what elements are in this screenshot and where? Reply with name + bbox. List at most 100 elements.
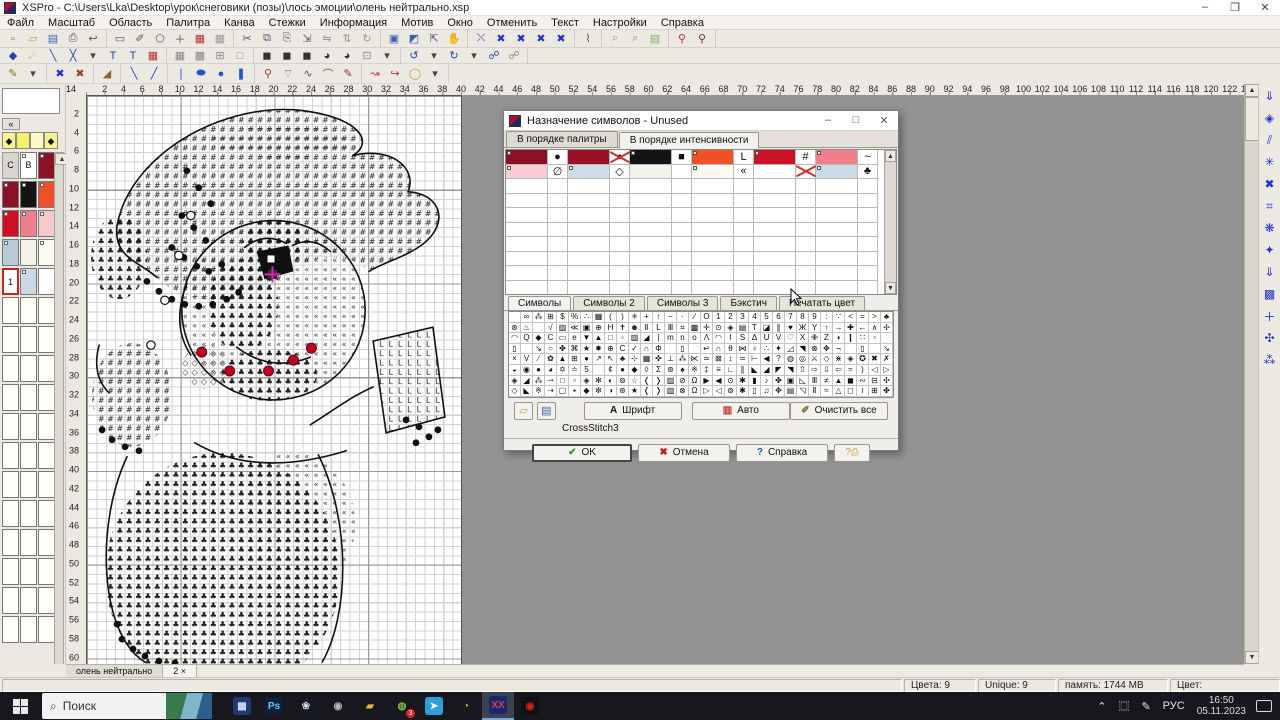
symbol-set-tab-2[interactable]: Символы 3 (646, 296, 719, 310)
symbol-cell-r1c4[interactable]: ▨ (557, 322, 569, 334)
palette-swatch-r10c1[interactable] (20, 442, 37, 469)
pointer-panel-button[interactable]: ◩ (405, 31, 423, 46)
drop1-button[interactable]: ▾ (84, 48, 102, 63)
curve2-red-button[interactable]: ↪ (386, 66, 404, 81)
symbol-cell-r3c12[interactable]: Φ (653, 343, 665, 355)
scroll-up-button[interactable]: ▲ (1245, 84, 1259, 97)
symbol-cell-r6c7[interactable]: ✻ (593, 375, 605, 387)
open-file-button[interactable]: ▱ (24, 31, 42, 46)
symbol-cell-r3c24[interactable]: ◥ (797, 343, 809, 355)
symbol-cell-r7c14[interactable]: ⊗ (677, 386, 689, 397)
palette-swatch-r12c2[interactable] (38, 500, 55, 527)
scroll-down-button[interactable]: ▼ (1245, 651, 1259, 664)
symbol-table-r2c3[interactable] (610, 179, 630, 194)
palette-swatch-r14c2[interactable] (38, 558, 55, 585)
symbol-table-r6c6[interactable] (692, 237, 734, 252)
symbol-table-r6c2[interactable] (568, 237, 610, 252)
zoom-page-button[interactable]: ▤ (646, 31, 664, 46)
symbol-cell-r7c19[interactable]: ✱ (737, 386, 749, 397)
pin-dark-button[interactable]: ⚲ (693, 31, 711, 46)
palette-swatch-r8c2[interactable] (38, 384, 55, 411)
taskbar-browser-badged[interactable]: ◍ 3 (386, 692, 418, 720)
symbol-cell-r6c21[interactable]: ♪ (761, 375, 773, 387)
document-tab-1[interactable]: 2 × (163, 665, 198, 677)
symbol-cell-r0c8[interactable]: ( (605, 312, 617, 323)
symbol-table-r2c7[interactable] (734, 179, 754, 194)
symbol-cell-r2c28[interactable]: ❙ (845, 333, 857, 344)
pattern-canvas[interactable]: #~♣«◇L (86, 95, 462, 696)
symbol-cell-r5c21[interactable]: ◢ (761, 364, 773, 376)
symbol-cell-r7c17[interactable]: ◁ (713, 386, 725, 397)
symbol-cell-r4c5[interactable]: ⊞ (569, 354, 581, 365)
palette-swatch-r3c1[interactable] (20, 239, 37, 266)
symbol-cell-r3c2[interactable]: ↘ (533, 343, 545, 355)
symbol-table-r4c2[interactable] (568, 208, 610, 223)
symbol-table-r7c3[interactable] (610, 251, 630, 266)
symbol-cell-r2c17[interactable]: ◠ (713, 333, 725, 344)
palette-swatch-r15c0[interactable] (2, 587, 19, 614)
symbol-table-r7c2[interactable] (568, 251, 610, 266)
symbol-table-r1c6[interactable] (692, 164, 734, 179)
symbol-table-r1c0[interactable] (506, 164, 548, 179)
redo-button[interactable]: ↻ (445, 48, 463, 63)
restore-button[interactable]: ❐ (1220, 1, 1250, 14)
symbol-table-r1c2[interactable] (568, 164, 610, 179)
view-sel-button[interactable]: ⊡ (358, 48, 376, 63)
save-symbols-button[interactable]: ▤ (536, 401, 556, 420)
link-button[interactable]: ☍ (485, 48, 503, 63)
notification-center-icon[interactable] (1256, 700, 1272, 712)
symbol-table-r9c6[interactable] (692, 280, 734, 294)
symbol-cell-r2c11[interactable]: ◢ (641, 333, 653, 344)
symbol-table-r0c4[interactable] (630, 150, 672, 165)
palette-swatch-r5c1[interactable] (20, 297, 37, 324)
palette-quick-2[interactable] (30, 132, 44, 149)
symbol-cell-r5c16[interactable]: ‡ (701, 364, 713, 376)
symbol-cell-r4c11[interactable]: ▦ (641, 354, 653, 365)
symbol-table-r5c6[interactable] (692, 222, 734, 237)
magic-wand-button[interactable]: ☄ (24, 48, 42, 63)
symbol-cell-r5c10[interactable]: ◆ (629, 364, 641, 376)
palette-swatch-r8c1[interactable] (20, 384, 37, 411)
symbol-cell-r2c12[interactable]: | (653, 333, 665, 344)
symbol-cell-r2c16[interactable]: Λ (701, 333, 713, 344)
symbol-table-r9c7[interactable] (734, 280, 754, 294)
symbol-table-r1c8[interactable] (754, 164, 796, 179)
symbol-table-r5c11[interactable] (858, 222, 878, 237)
symbol-cell-r3c28[interactable] (845, 343, 857, 355)
symbol-cell-r2c29[interactable]: ∷ (857, 333, 869, 344)
symbol-cell-r7c29[interactable]: ≀ (857, 386, 869, 397)
symbol-table-r2c2[interactable] (568, 179, 610, 194)
symbol-cell-r3c15[interactable] (689, 343, 701, 355)
symbol-cell-r4c19[interactable]: ≍ (737, 354, 749, 365)
symbol-table-r5c0[interactable] (506, 222, 548, 237)
palette-swatch-r2c2[interactable] (38, 210, 55, 237)
symbol-cell-r4c15[interactable]: ⋉ (689, 354, 701, 365)
symbol-cell-r6c22[interactable]: ✤ (773, 375, 785, 387)
palette-swatch-r16c2[interactable] (38, 616, 55, 643)
symbol-cell-r0c10[interactable]: ✳ (629, 312, 641, 323)
palette-swatch-r6c0[interactable] (2, 326, 19, 353)
symbol-cell-r5c18[interactable]: ∟ (725, 364, 737, 376)
symbol-cell-r4c14[interactable]: ⁂ (677, 354, 689, 365)
taskbar-screen-recorder[interactable]: ◉ (514, 692, 546, 720)
save-file-button[interactable]: ▤ (44, 31, 62, 46)
menu-стежки[interactable]: Стежки (262, 17, 313, 29)
order-tab-0[interactable]: В порядке палитры (506, 131, 618, 147)
symbol-cell-r3c17[interactable]: ∩ (713, 343, 725, 355)
document-tab-0[interactable]: олень нейтрально (66, 665, 164, 677)
palette-swatch-r13c2[interactable] (38, 529, 55, 556)
auto-button[interactable]: ▥ Авто (691, 401, 790, 420)
menu-палитра[interactable]: Палитра (159, 17, 217, 29)
symbol-cell-r5c23[interactable]: ◥ (785, 364, 797, 376)
symbol-cell-r4c17[interactable]: ⊠ (713, 354, 725, 365)
order-tab-1[interactable]: В порядке интенсивности (618, 132, 760, 148)
copy-button[interactable]: ⧉ (258, 31, 276, 46)
symbol-cell-r2c23[interactable]: ♡ (785, 333, 797, 344)
symbol-table-r6c3[interactable] (610, 237, 630, 252)
symbol-cell-r2c20[interactable]: Δ (749, 333, 761, 344)
list-view-button[interactable]: ⌇ (579, 31, 597, 46)
symbol-cell-r0c12[interactable]: ↑ (653, 312, 665, 323)
color-picker-button[interactable]: ◆ (4, 48, 22, 63)
symbol-cell-r0c4[interactable]: $ (557, 312, 569, 323)
symbol-cell-r4c1[interactable]: V (521, 354, 533, 365)
